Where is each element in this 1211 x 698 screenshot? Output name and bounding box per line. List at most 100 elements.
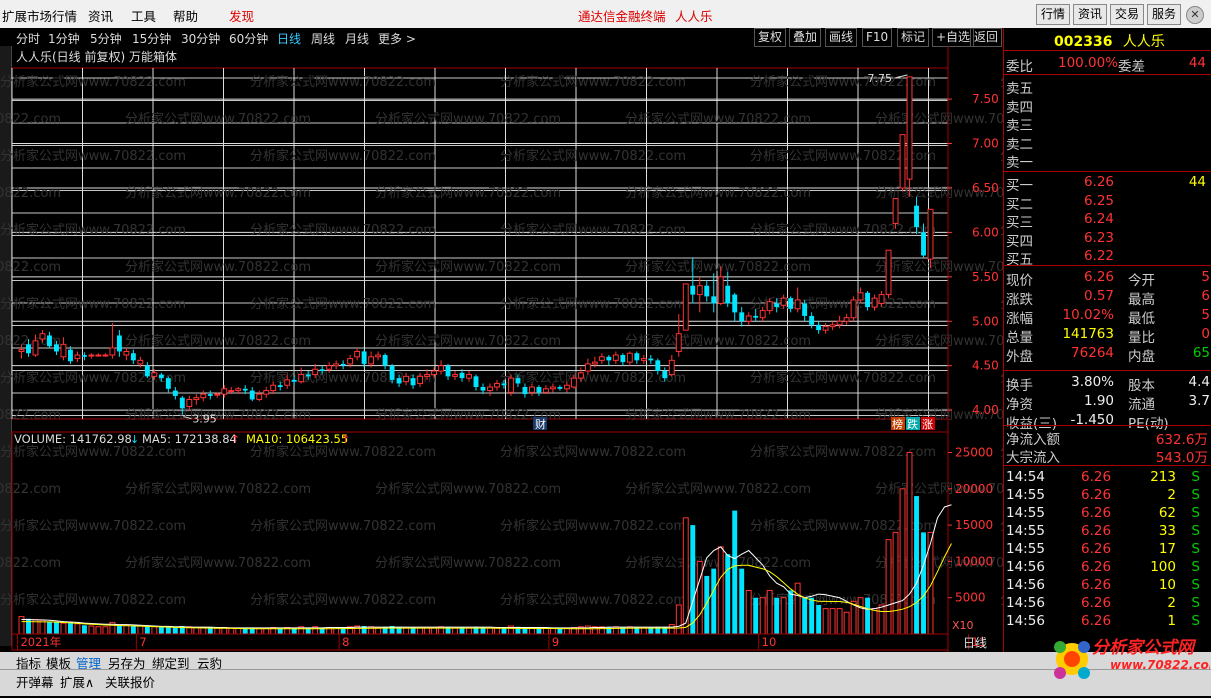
candle-body	[878, 294, 885, 304]
candle-body	[816, 324, 822, 331]
ask-label: 卖二	[1006, 136, 1033, 153]
tick-price: 6.26	[1081, 523, 1112, 539]
period-more[interactable]: 更多 >	[378, 30, 416, 47]
watermark-text: 分析家公式网www.70822.com	[0, 592, 186, 608]
watermark-text: 分析家公式网www.70822.com	[625, 481, 811, 497]
volume-bar	[214, 627, 221, 635]
period-60min[interactable]: 60分钟	[229, 30, 268, 47]
weicha-value: 44	[1188, 55, 1206, 71]
watermark-text: 分析家公式网www.70822.com	[0, 296, 186, 312]
period-5min[interactable]: 5分钟	[90, 30, 122, 47]
tab-related-quote[interactable]: 关联报价	[105, 672, 155, 691]
tick-side: S	[1191, 613, 1200, 629]
volume-axis: 25000 20000 15000 10000 5000	[948, 446, 993, 605]
candle-body	[829, 324, 836, 328]
menu-bar: 扩展市场行情 资讯 工具 帮助 发现 通达信金融终端 人人乐 行情 资讯 交易 …	[0, 0, 1211, 29]
candle-body	[843, 317, 850, 322]
candle-body	[445, 365, 451, 377]
candle-body	[508, 377, 514, 393]
candle-body	[319, 369, 325, 372]
kline-chart[interactable]: 分析家公式网www.70822.com 分析家公式网www.70822.com 分析…	[0, 46, 1003, 652]
volume-bar	[829, 608, 836, 635]
watermark-text: 分析家公式网www.70822.com	[750, 370, 936, 386]
candle-body	[711, 296, 717, 304]
period-monthly[interactable]: 月线	[345, 30, 369, 47]
candle-body	[102, 354, 109, 357]
volume-bar	[696, 560, 703, 635]
menu-tools[interactable]: 工具	[131, 6, 156, 25]
volume-bar	[54, 622, 59, 634]
period-weekly[interactable]: 周线	[311, 30, 335, 47]
period-30min[interactable]: 30分钟	[181, 30, 220, 47]
f10-button[interactable]: F10	[862, 28, 893, 47]
quote-label: 外盘	[1006, 349, 1033, 365]
quote-value: 5	[1201, 269, 1210, 285]
period-daily[interactable]: 日线	[277, 30, 301, 47]
candle-body	[836, 320, 843, 326]
menu-help[interactable]: 帮助	[173, 6, 198, 25]
volume-bar	[892, 531, 899, 635]
candle-body	[914, 205, 919, 228]
candle-body	[298, 374, 305, 383]
volume-bar	[26, 618, 31, 634]
tick-time: 14:55	[1006, 487, 1045, 503]
logo-text: 分析家公式网	[1092, 638, 1197, 658]
draw-line-button[interactable]: 画线	[825, 28, 858, 47]
volume-bar	[536, 628, 542, 634]
watermark-text: 分析家公式网www.70822.com	[250, 74, 436, 90]
candle-body	[95, 354, 102, 357]
period-timeshare[interactable]: 分时	[16, 30, 40, 47]
overlay-button[interactable]: 叠加	[789, 28, 822, 47]
back-button[interactable]: 返回	[970, 28, 1003, 47]
bid-price: 6.25	[1083, 192, 1114, 209]
watermark-text: 分析家公式网www.70822.com	[0, 444, 186, 460]
price-tick-label: 6.00	[972, 225, 999, 239]
menu-news[interactable]: 资讯	[88, 6, 113, 25]
fall-badge-label: 跌	[907, 417, 918, 431]
candle-body	[584, 363, 591, 372]
quote-label: 现价	[1006, 273, 1033, 289]
close-icon[interactable]: ✕	[1186, 6, 1204, 24]
candle-body	[431, 370, 437, 376]
quote-row: 涨幅 10.02% 最低 5	[1006, 307, 1210, 327]
quote-value: 5	[1201, 307, 1210, 323]
tick-row: 14:56 6.26 10 S	[1006, 577, 1210, 595]
candle-body	[235, 388, 242, 392]
period-1min[interactable]: 1分钟	[48, 30, 80, 47]
candle-body	[214, 393, 221, 396]
watermark-text: 分析家公式网www.70822.com	[375, 259, 561, 275]
menu-extended-market[interactable]: 扩展市场行情	[2, 6, 77, 25]
watermark-text: 分析家公式网www.70822.com	[625, 111, 811, 127]
weibi-value: 100.00%	[1058, 55, 1119, 71]
menu-discover[interactable]: 发现	[229, 6, 254, 25]
tab-danmaku[interactable]: 开弹幕	[16, 672, 54, 691]
candle-body	[67, 349, 73, 362]
candle-body	[591, 361, 598, 365]
volume-bar	[766, 589, 773, 635]
mark-button[interactable]: 标记	[897, 28, 930, 47]
candle-body	[690, 285, 696, 295]
candle-body	[186, 398, 193, 408]
service-button[interactable]: 服务	[1147, 4, 1182, 25]
candle-body	[494, 382, 500, 388]
price-tick-label: 7.00	[972, 137, 999, 151]
trade-button[interactable]: 交易	[1110, 4, 1145, 25]
candle-body	[32, 340, 39, 356]
tick-time: 14:54	[1006, 469, 1045, 485]
candle-body	[179, 397, 185, 409]
quote-button[interactable]: 行情	[1036, 4, 1071, 25]
add-watchlist-button[interactable]: +自选	[932, 28, 975, 47]
candle-body	[515, 378, 521, 384]
watermark-text: 分析家公式网www.70822.com	[375, 333, 561, 349]
candle-body	[598, 356, 605, 361]
news-button[interactable]: 资讯	[1073, 4, 1108, 25]
tick-time: 14:56	[1006, 559, 1045, 575]
tick-row: 14:56 6.26 1 S	[1006, 613, 1210, 631]
period-15min[interactable]: 15分钟	[132, 30, 171, 47]
candle-body	[620, 355, 626, 363]
tab-extend[interactable]: 扩展∧	[60, 672, 94, 691]
candle-body	[892, 198, 899, 225]
volume-bar	[802, 597, 808, 634]
tick-volume: 62	[1158, 505, 1176, 521]
adjust-button[interactable]: 复权	[754, 28, 787, 47]
